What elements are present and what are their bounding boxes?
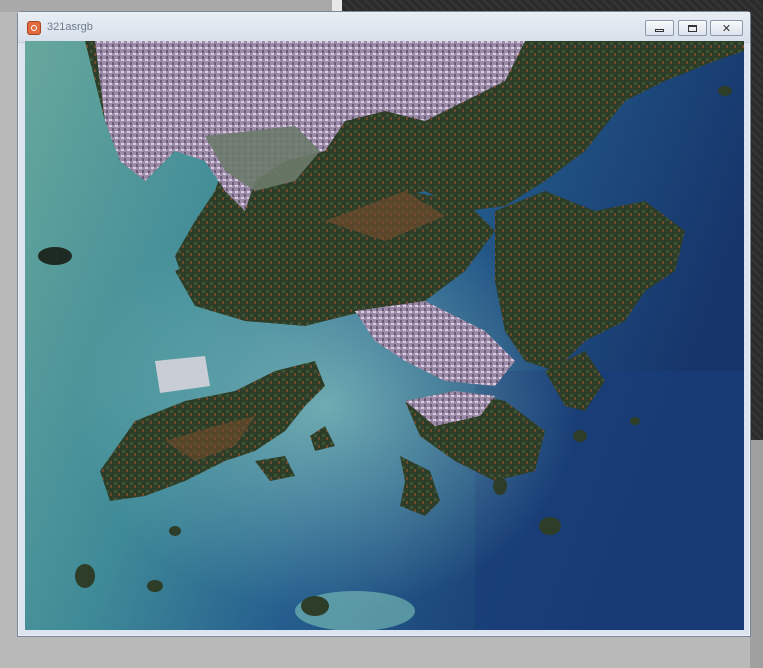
island-small-2 [147, 580, 163, 592]
satellite-image-canvas[interactable] [25, 41, 744, 630]
island-west [38, 247, 72, 265]
satellite-image [25, 41, 744, 630]
restore-button[interactable] [678, 20, 707, 36]
window-title: 321asrgb [47, 21, 93, 33]
island-small-3 [539, 517, 561, 535]
image-window[interactable]: 321asrgb ✕ [17, 11, 751, 637]
close-button[interactable]: ✕ [710, 20, 743, 36]
island-small-5 [169, 526, 181, 536]
restore-icon [688, 24, 697, 32]
island-southwest [75, 564, 95, 588]
island-small-4 [493, 477, 507, 495]
minimize-button[interactable] [645, 20, 674, 36]
app-logo-icon [27, 21, 41, 35]
island-small-7 [630, 417, 640, 425]
island-small-6 [573, 430, 587, 442]
window-titlebar[interactable]: 321asrgb ✕ [18, 12, 750, 43]
desktop-background-right [750, 440, 763, 668]
minimize-icon [655, 28, 664, 32]
island-south [301, 596, 329, 616]
island-northeast [718, 86, 732, 96]
close-icon: ✕ [721, 21, 732, 35]
